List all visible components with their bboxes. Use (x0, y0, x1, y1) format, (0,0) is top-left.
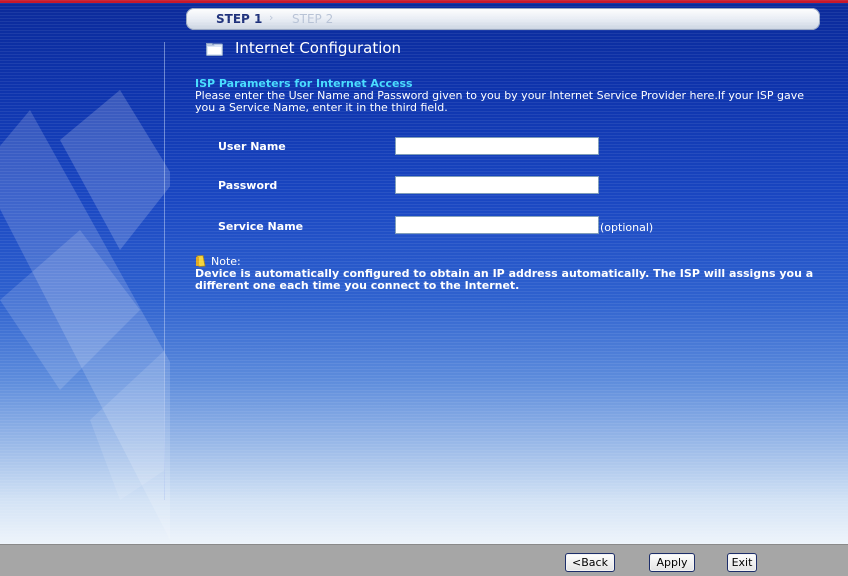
divider-line (164, 42, 165, 500)
background-x-decoration (0, 90, 170, 540)
user-name-label: User Name (218, 140, 286, 153)
step-bar: STEP 1 › STEP 2 (186, 8, 820, 30)
step-1-label: STEP 1 (216, 12, 263, 26)
page-title: Internet Configuration (235, 39, 402, 57)
note-icon (196, 255, 206, 267)
wizard-main-area: STEP 1 › STEP 2 Internet Configuration I… (0, 0, 848, 544)
step-arrow-icon: › (269, 11, 274, 24)
service-name-label: Service Name (218, 220, 304, 233)
apply-button[interactable]: Apply (649, 553, 695, 572)
isp-description: Please enter the User Name and Password … (195, 89, 805, 114)
user-name-input[interactable] (395, 137, 599, 155)
step-2-label: STEP 2 (292, 12, 334, 26)
optional-hint: (optional) (600, 221, 654, 234)
folder-icon (206, 43, 223, 56)
password-label: Password (218, 179, 278, 192)
footer-bar: <Back Apply Exit (0, 544, 848, 576)
note-text: Device is automatically configured to ob… (195, 267, 814, 292)
service-name-input[interactable] (395, 216, 599, 234)
password-input[interactable] (395, 176, 599, 194)
back-button[interactable]: <Back (565, 553, 615, 572)
exit-button[interactable]: Exit (727, 553, 757, 572)
